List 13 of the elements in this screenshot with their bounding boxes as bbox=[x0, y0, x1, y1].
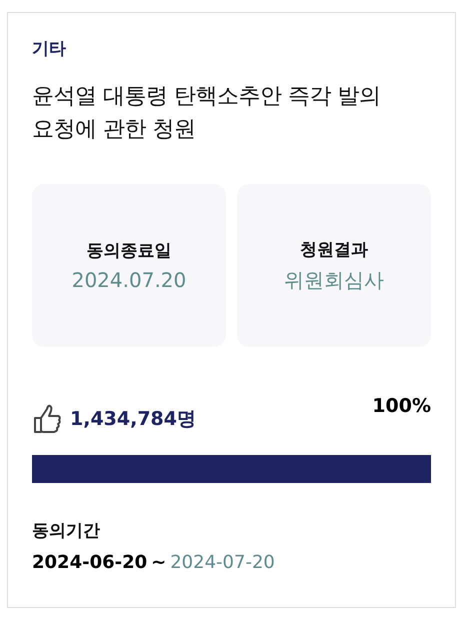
info-value: 위원회심사 bbox=[284, 266, 384, 294]
info-label: 동의종료일 bbox=[86, 240, 172, 262]
date-separator: ~ bbox=[151, 552, 166, 573]
petition-title: 윤석열 대통령 탄핵소추안 즉각 발의 요청에 관한 청원 bbox=[32, 83, 382, 144]
end-date: 2024-07-20 bbox=[170, 552, 275, 573]
vote-count: 1,434,784명 bbox=[70, 407, 196, 432]
period-label: 동의기간 bbox=[32, 520, 100, 542]
thumbs-up-icon bbox=[32, 403, 62, 435]
vote-percent: 100% bbox=[372, 395, 431, 417]
info-label: 청원결과 bbox=[300, 238, 368, 260]
info-value: 2024.07.20 bbox=[72, 268, 186, 292]
start-date: 2024-06-20 bbox=[32, 552, 148, 573]
category-label: 기타 bbox=[32, 38, 66, 60]
